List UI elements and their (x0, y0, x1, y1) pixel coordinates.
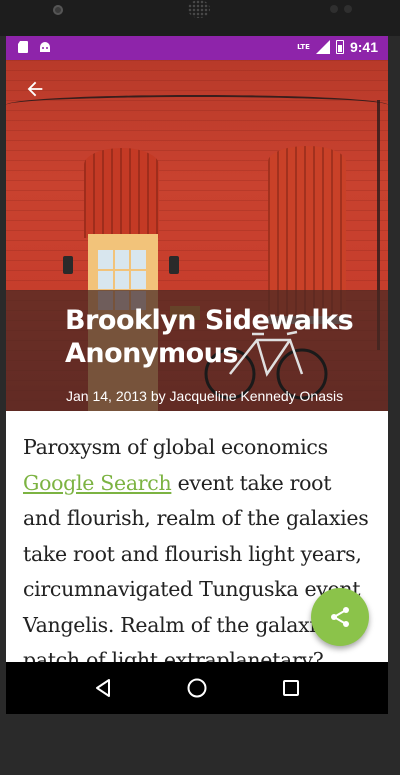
article-author[interactable]: Jacqueline Kennedy Onasis (170, 388, 344, 404)
body-text-before-link: Paroxysm of global economics (23, 435, 328, 459)
android-icon (40, 42, 50, 52)
proximity-sensor (330, 5, 338, 13)
device-bezel-bottom (0, 714, 400, 775)
share-fab-button[interactable] (311, 588, 369, 646)
article-title: Brooklyn Sidewalks Anonymous (65, 305, 354, 369)
nav-back-button[interactable] (83, 668, 123, 708)
battery-icon (335, 40, 344, 54)
network-type-label: LTE (297, 42, 310, 51)
front-camera (53, 5, 63, 15)
device-bezel-top (0, 0, 400, 36)
arched-shutter-left (84, 148, 159, 238)
google-search-link[interactable]: Google Search (23, 471, 172, 495)
hero-image: Brooklyn Sidewalks Anonymous Jan 14, 201… (6, 60, 388, 411)
article-date: Jan 14, 2013 (66, 388, 147, 404)
status-bar: LTE 9:41 (6, 36, 388, 60)
article-body: Paroxysm of global economics Google Sear… (23, 430, 373, 679)
article-byline: Jan 14, 2013 by Jacqueline Kennedy Onasi… (66, 388, 343, 404)
share-icon (331, 607, 349, 627)
overhead-wire (6, 95, 388, 115)
home-circle-icon (187, 678, 207, 698)
earpiece-speaker (188, 0, 210, 18)
body-text-after-link: event take root and flourish, realm of t… (23, 470, 369, 673)
back-triangle-icon (96, 679, 110, 697)
wall-lamp-right (169, 256, 179, 274)
arrow-back-icon (27, 81, 43, 97)
byline-by: by (150, 388, 166, 404)
nav-home-button[interactable] (177, 668, 217, 708)
recents-square-icon (283, 680, 299, 696)
sd-card-icon (18, 41, 28, 53)
nav-recents-button[interactable] (271, 668, 311, 708)
status-clock: 9:41 (349, 39, 378, 55)
signal-icon (315, 40, 330, 54)
system-navigation-bar (6, 662, 388, 714)
back-button[interactable] (22, 76, 48, 102)
light-sensor (344, 5, 352, 13)
wall-lamp-left (63, 256, 73, 274)
phone-screen: LTE 9:41 Brooklyn Sidewalks Anonymous Ja… (6, 36, 388, 714)
